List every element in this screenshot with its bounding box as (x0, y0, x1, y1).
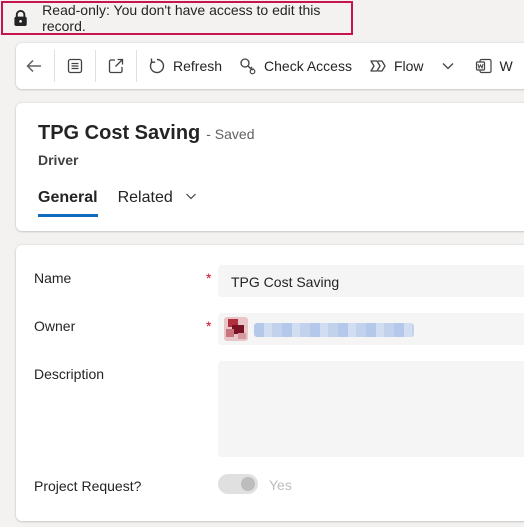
description-field[interactable] (218, 361, 524, 457)
name-value: TPG Cost Saving (231, 274, 340, 290)
open-external-icon (106, 56, 126, 76)
tab-related[interactable]: Related (118, 189, 198, 217)
tab-list: General Related (38, 189, 217, 217)
chevron-down-icon (438, 56, 458, 76)
save-status: - Saved (206, 126, 255, 142)
banner-text: Read-only: You don't have access to edit… (42, 2, 321, 34)
toolbar-divider (136, 50, 137, 82)
tab-label: General (38, 189, 98, 206)
refresh-icon (147, 56, 167, 76)
read-only-banner: Read-only: You don't have access to edit… (1, 1, 353, 35)
required-marker: * (206, 318, 212, 334)
name-field[interactable]: TPG Cost Saving (218, 265, 524, 297)
toggle-knob (241, 477, 255, 491)
title-row: TPG Cost Saving - Saved (38, 122, 255, 145)
record-set-button[interactable] (57, 50, 93, 82)
general-form: Name * TPG Cost Saving Owner * Descripti… (16, 245, 524, 521)
refresh-label: Refresh (173, 58, 223, 74)
check-access-button[interactable]: Check Access (230, 50, 360, 82)
project-request-toggle[interactable] (218, 474, 258, 494)
tab-label: Related (117, 189, 173, 206)
lock-icon (14, 9, 27, 27)
tab-general[interactable]: General (38, 189, 98, 217)
flow-button[interactable]: Flow (360, 50, 466, 82)
truncated-label: W (499, 58, 513, 74)
check-access-icon (238, 56, 258, 76)
arrow-left-icon (24, 56, 44, 76)
project-request-label: Project Request? (34, 478, 142, 494)
owner-label: Owner (34, 318, 76, 334)
flow-label: Flow (393, 58, 424, 74)
chevron-down-icon (186, 193, 197, 200)
refresh-button[interactable]: Refresh (139, 50, 230, 82)
avatar (224, 317, 248, 341)
description-label: Description (34, 366, 105, 382)
back-button[interactable] (16, 50, 52, 82)
list-icon (65, 56, 85, 76)
word-icon (474, 56, 494, 76)
toolbar-divider (54, 50, 55, 82)
toolbar-divider (95, 50, 96, 82)
name-label: Name (34, 270, 72, 286)
required-marker: * (206, 270, 212, 286)
open-in-new-window-button[interactable] (98, 50, 134, 82)
flow-icon (368, 56, 388, 76)
owner-field[interactable] (218, 313, 524, 345)
owner-name-redacted[interactable] (254, 323, 414, 337)
record-header: TPG Cost Saving - Saved Driver General R… (16, 103, 524, 231)
command-bar: Refresh Check Access Flow W (16, 43, 524, 89)
record-title: TPG Cost Saving (38, 122, 201, 144)
entity-name: Driver (38, 152, 79, 168)
word-templates-button[interactable]: W (466, 50, 521, 82)
check-access-label: Check Access (264, 58, 352, 74)
project-request-value: Yes (269, 477, 292, 493)
